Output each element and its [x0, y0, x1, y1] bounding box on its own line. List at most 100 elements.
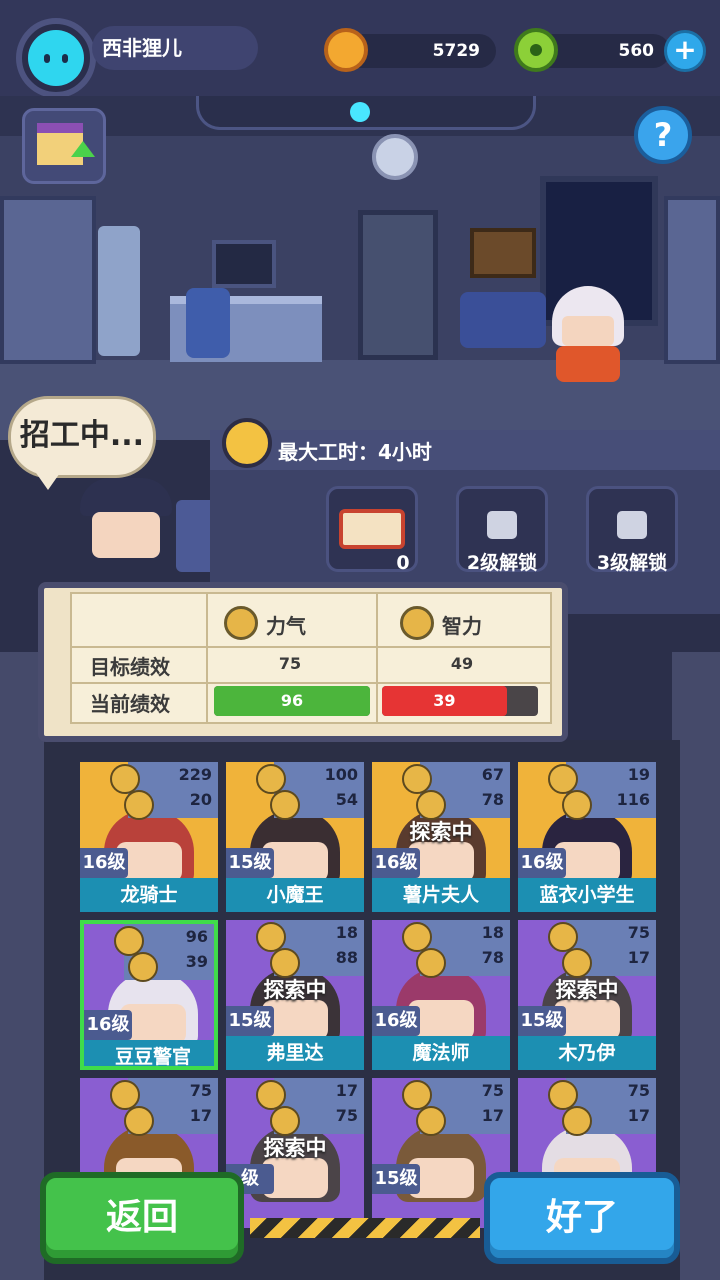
level-badge: 16级: [518, 848, 566, 878]
strength-bar-track: 96: [214, 686, 370, 716]
target-intellect: 49: [450, 654, 474, 673]
level-badge: 15级: [518, 1006, 566, 1036]
muscle-icon: [224, 606, 258, 640]
card-strength: 75: [481, 1081, 504, 1100]
character-card[interactable]: 18 78 16级 魔法师: [372, 920, 510, 1070]
help-button[interactable]: ?: [634, 106, 692, 164]
brain-icon: [416, 948, 446, 978]
card-strength: 100: [324, 765, 358, 784]
card-strength: 75: [627, 1081, 650, 1100]
wall-clock-icon: [372, 134, 418, 180]
notice-board: [470, 228, 536, 278]
level-badge: 16级: [372, 1006, 420, 1036]
back-button[interactable]: 返回: [40, 1172, 244, 1264]
lock-icon: [617, 511, 647, 539]
slot2-unlock-label: 2级解锁: [466, 552, 538, 574]
max-work-hours: 最大工时：4小时: [278, 440, 432, 464]
character-card[interactable]: 67 78 探索中 16级 薯片夫人: [372, 762, 510, 912]
ok-button[interactable]: 好了: [484, 1172, 680, 1264]
character-name: 蓝衣小学生: [518, 878, 656, 912]
strength-header: 力气: [266, 614, 306, 638]
level-badge: 16级: [80, 848, 128, 878]
card-strength: 67: [481, 765, 504, 784]
help-icon: ?: [653, 116, 673, 154]
card-strength: 18: [481, 923, 504, 942]
plus-icon: +: [673, 33, 697, 66]
brain-icon: [400, 606, 434, 640]
police-character[interactable]: [548, 286, 630, 390]
character-name: 龙骑士: [80, 878, 218, 912]
character-card[interactable]: 96 39 16级 豆豆警官: [80, 920, 218, 1070]
recruiter-character: [74, 478, 180, 574]
intellect-header: 智力: [442, 614, 482, 638]
table-divider: [72, 682, 550, 684]
water-cooler: [98, 226, 140, 356]
card-strength: 75: [627, 923, 650, 942]
character-name: 弗里达: [226, 1036, 364, 1070]
character-name: 豆豆警官: [84, 1040, 214, 1066]
coin-icon: [324, 28, 368, 72]
hazard-stripe: [250, 1218, 480, 1238]
add-currency-button[interactable]: +: [664, 30, 706, 72]
brain-icon: [128, 952, 158, 982]
donut-icon: [514, 28, 558, 72]
exploring-label: 探索中: [409, 820, 473, 844]
level-badge: 16级: [84, 1010, 132, 1040]
card-intellect: 17: [189, 1106, 212, 1125]
card-intellect: 78: [481, 790, 504, 809]
clock-icon: [222, 418, 272, 468]
brain-icon: [562, 790, 592, 820]
card-intellect: 78: [481, 948, 504, 967]
card-strength: 19: [627, 765, 650, 784]
lunchbox-icon: [339, 509, 405, 549]
cat-avatar-icon[interactable]: [28, 30, 84, 86]
brain-icon: [270, 790, 300, 820]
bubble-tail: [34, 470, 62, 490]
character-card[interactable]: 75 17 探索中 15级 木乃伊: [518, 920, 656, 1070]
level-badge: 15级: [226, 1006, 274, 1036]
level-badge: 15级: [372, 1164, 420, 1194]
exploring-label: 探索中: [263, 978, 327, 1002]
target-row-label: 目标绩效: [90, 655, 170, 679]
computer-monitor: [212, 240, 276, 288]
character-card[interactable]: 100 54 15级 小魔王: [226, 762, 364, 912]
level-badge: 15级: [226, 848, 274, 878]
brain-icon: [562, 1106, 592, 1136]
card-strength: 75: [189, 1081, 212, 1100]
card-intellect: 17: [481, 1106, 504, 1125]
player-name: 西非狸儿: [92, 26, 258, 70]
shelf-right: [664, 196, 720, 364]
character-card[interactable]: 18 88 探索中 15级 弗里达: [226, 920, 364, 1070]
current-intellect: 39: [433, 691, 456, 710]
card-intellect: 75: [335, 1106, 358, 1125]
card-intellect: 17: [627, 1106, 650, 1125]
intellect-bar-track: 39: [382, 686, 538, 716]
character-name: 木乃伊: [518, 1036, 656, 1070]
table-divider: [72, 646, 550, 648]
recruiting-bubble: 招工中...: [8, 396, 156, 478]
character-name: 薯片夫人: [372, 878, 510, 912]
card-strength: 96: [185, 927, 208, 946]
intellect-bar-fill: 39: [382, 686, 507, 716]
exploring-label: 探索中: [555, 978, 619, 1002]
table-divider: [206, 594, 208, 722]
lunchbox-count: 0: [396, 552, 410, 574]
target-strength: 75: [278, 654, 302, 673]
exploring-label: 探索中: [263, 1136, 327, 1160]
card-intellect: 54: [335, 790, 358, 809]
brain-icon: [124, 1106, 154, 1136]
character-card[interactable]: 19 116 16级 蓝衣小学生: [518, 762, 656, 912]
character-card[interactable]: 229 20 16级 龙骑士: [80, 762, 218, 912]
shop-upgrade-button[interactable]: [22, 108, 106, 184]
character-name: 魔法师: [372, 1036, 510, 1070]
character-card[interactable]: 17 75 探索中级: [226, 1078, 364, 1228]
current-row-label: 当前绩效: [90, 692, 170, 716]
waiting-seats: [460, 292, 546, 348]
card-intellect: 88: [335, 948, 358, 967]
lamp-light: [350, 102, 370, 122]
card-intellect: 116: [616, 790, 650, 809]
slot3-unlock-label: 3级解锁: [596, 552, 668, 574]
card-strength: 18: [335, 923, 358, 942]
card-intellect: 39: [185, 952, 208, 971]
lock-icon: [487, 511, 517, 539]
